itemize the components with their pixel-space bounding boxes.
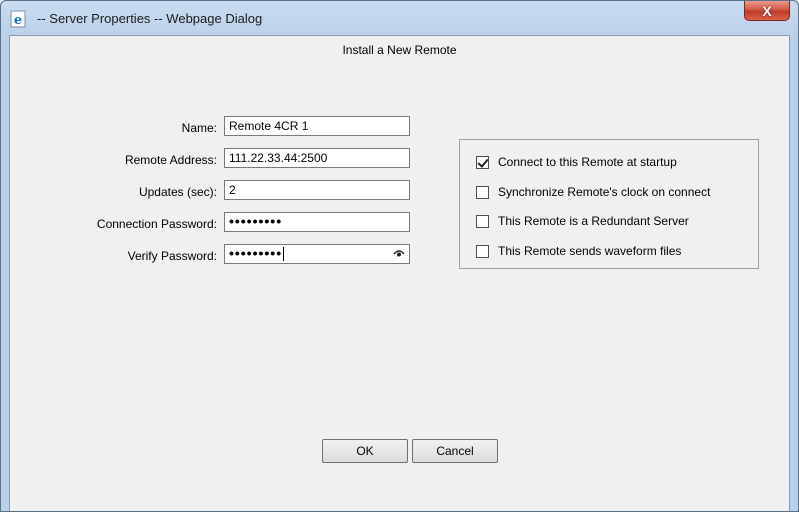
remote-address-label: Remote Address: <box>124 153 217 167</box>
option-sync-clock[interactable]: Synchronize Remote's clock on connect <box>476 184 710 200</box>
verify-password-label: Verify Password: <box>127 249 217 263</box>
verify-password-value: ••••••••• <box>229 245 283 261</box>
checkbox-waveform-files[interactable] <box>476 244 489 258</box>
window-title: -- Server Properties -- Webpage Dialog <box>37 11 263 26</box>
updates-input[interactable]: 2 <box>224 180 410 200</box>
title-bar[interactable]: e -- Server Properties -- Webpage Dialog… <box>1 1 798 35</box>
name-input[interactable]: Remote 4CR 1 <box>224 116 410 136</box>
option-label: Synchronize Remote's clock on connect <box>498 185 711 199</box>
close-button[interactable]: X <box>744 1 790 21</box>
option-label: This Remote is a Redundant Server <box>498 214 689 228</box>
option-label: This Remote sends waveform files <box>498 244 682 258</box>
options-group: Connect to this Remote at startup Synchr… <box>459 139 759 269</box>
connection-password-label: Connection Password: <box>96 217 217 231</box>
option-label: Connect to this Remote at startup <box>498 155 677 169</box>
ok-button[interactable]: OK <box>322 439 408 463</box>
name-label: Name: <box>181 121 217 135</box>
connection-password-input[interactable]: ••••••••• <box>224 212 410 232</box>
cancel-button[interactable]: Cancel <box>412 439 498 463</box>
checkbox-sync-clock[interactable] <box>476 185 489 199</box>
eye-reveal-icon[interactable] <box>393 248 405 258</box>
option-redundant-server[interactable]: This Remote is a Redundant Server <box>476 213 689 229</box>
svg-text:e: e <box>14 13 22 28</box>
option-connect-at-startup[interactable]: Connect to this Remote at startup <box>476 154 677 170</box>
option-waveform-files[interactable]: This Remote sends waveform files <box>476 243 681 259</box>
connection-password-value: ••••••••• <box>229 213 283 229</box>
text-caret <box>283 247 285 262</box>
checkbox-redundant-server[interactable] <box>476 214 489 228</box>
checkbox-connect-at-startup[interactable] <box>476 155 489 169</box>
updates-label: Updates (sec): <box>138 185 217 199</box>
close-icon: X <box>762 2 772 19</box>
form-heading: Install a New Remote <box>342 43 457 57</box>
remote-address-input[interactable]: 111.22.33.44:2500 <box>224 148 410 168</box>
verify-password-input[interactable]: ••••••••• <box>224 244 410 264</box>
ie-page-icon: e <box>10 10 26 28</box>
